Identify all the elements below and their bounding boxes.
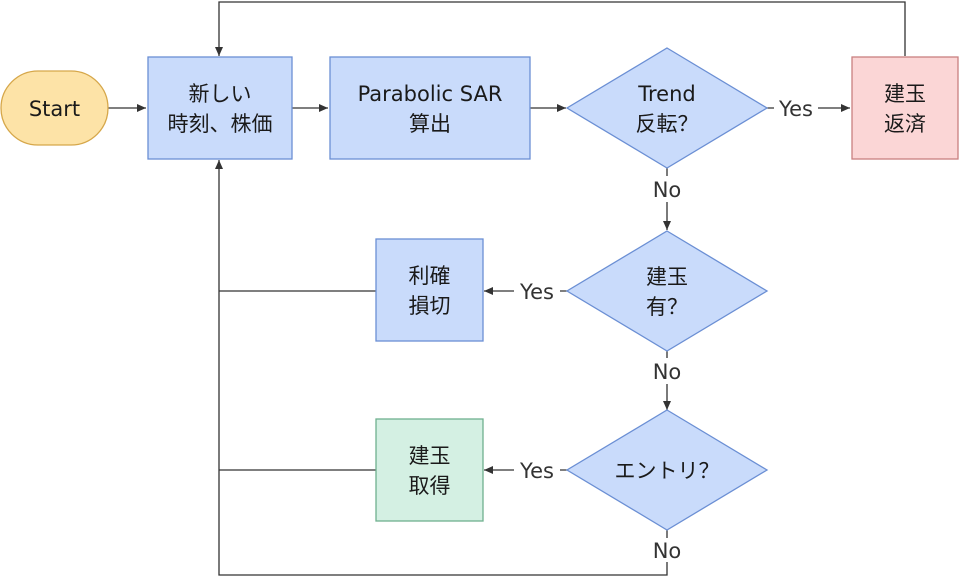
edge-label-position-yes: Yes	[519, 280, 554, 304]
stop-label-line2: 損切	[409, 294, 451, 318]
acquire-node: 建玉 取得	[375, 418, 484, 522]
sar-label-line2: 算出	[409, 112, 451, 136]
position-diamond	[565, 230, 769, 352]
position-decision: 建玉 有？	[565, 230, 769, 352]
trend-label-line1: Trend	[637, 82, 695, 106]
stop-label-line1: 利確	[409, 264, 451, 288]
trend-decision: Trend 反転？	[565, 47, 769, 169]
edge-label-trend-yes: Yes	[778, 97, 813, 121]
entry-label: エントリ？	[615, 459, 720, 483]
edge-label-trend-no: No	[653, 178, 682, 202]
fetch-label-line2: 時刻、株価	[168, 112, 273, 136]
fetch-node: 新しい 時刻、株価	[147, 56, 293, 160]
position-label-line2: 有？	[646, 295, 688, 319]
settle-process-box	[851, 56, 959, 160]
acquire-label-line2: 取得	[409, 474, 451, 498]
start-node: Start	[0, 70, 109, 146]
sar-label-line1: Parabolic SAR	[358, 82, 503, 106]
sar-node: Parabolic SAR 算出	[329, 56, 531, 160]
fetch-label-line1: 新しい	[189, 82, 252, 106]
fetch-process-box	[147, 56, 293, 160]
settle-label-line1: 建玉	[884, 82, 926, 106]
settle-node: 建玉 返済	[851, 56, 959, 160]
acquire-process-box	[375, 418, 484, 522]
edge-label-entry-no: No	[653, 539, 682, 563]
entry-decision: エントリ？	[565, 409, 769, 531]
edge-settle-loop-to-fetch	[215, 1, 906, 56]
trend-label-line2: 反転？	[636, 112, 699, 136]
acquire-label-line1: 建玉	[409, 444, 451, 468]
edge-label-position-no: No	[653, 360, 682, 384]
stop-node: 利確 損切	[375, 238, 484, 342]
position-label-line1: 建玉	[646, 265, 688, 289]
flowchart: Yes No Yes No Yes No Start 新しい 時刻、株価 Par…	[0, 1, 959, 576]
edge-label-entry-yes: Yes	[519, 459, 554, 483]
trend-diamond	[565, 47, 769, 169]
stop-process-box	[375, 238, 484, 342]
start-label: Start	[29, 97, 80, 121]
sar-process-box	[329, 56, 531, 160]
settle-label-line2: 返済	[884, 112, 926, 136]
